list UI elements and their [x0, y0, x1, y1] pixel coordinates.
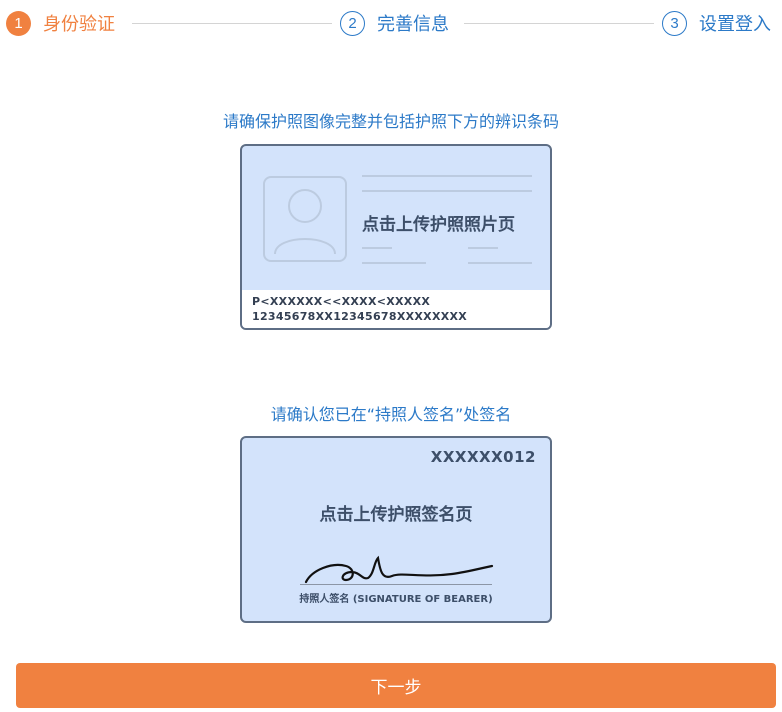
passport-number-code: XXXXXX012 — [430, 448, 536, 466]
step-complete-info: 2 完善信息 — [340, 9, 449, 37]
signature-caption: 持照人签名 (SIGNATURE OF BEARER) — [299, 594, 493, 605]
portrait-placeholder-icon — [263, 176, 347, 262]
decorative-line — [362, 175, 532, 177]
step-label: 身份验证 — [43, 14, 115, 35]
decorative-line — [468, 247, 498, 249]
mrz-line-1: P<XXXXXX<<XXXX<XXXXX — [252, 295, 431, 308]
progress-stepper: 1 身份验证 2 完善信息 3 设置登入 — [6, 9, 776, 37]
decorative-line — [362, 247, 392, 249]
decorative-line — [362, 190, 532, 192]
step-connector — [464, 23, 654, 24]
mrz-zone: P<XXXXXX<<XXXX<XXXXX 12345678XX12345678X… — [242, 290, 550, 328]
step-label: 设置登入 — [699, 14, 771, 35]
next-step-button[interactable]: 下一步 — [16, 663, 776, 708]
step-set-login: 3 设置登入 — [662, 9, 771, 37]
mrz-line-2: 12345678XX12345678XXXXXXXX — [252, 310, 468, 323]
passport-upload-title: 点击上传护照照片页 — [362, 215, 515, 235]
signature-instruction: 请确认您已在“持照人签名”处签名 — [270, 405, 512, 424]
step-identity-verification: 1 身份验证 — [6, 9, 115, 37]
passport-photo-upload-card[interactable]: 点击上传护照照片页 P<XXXXXX<<XXXX<XXXXX 12345678X… — [240, 144, 552, 330]
passport-instruction: 请确保护照图像完整并包括护照下方的辨识条码 — [222, 112, 559, 131]
step-label: 完善信息 — [377, 14, 449, 35]
step-number: 1 — [6, 10, 31, 36]
step-connector — [132, 23, 332, 24]
signature-baseline — [300, 584, 492, 585]
decorative-line — [468, 262, 532, 264]
decorative-line — [362, 262, 426, 264]
signature-scribble-icon — [304, 555, 494, 584]
step-number: 2 — [340, 10, 365, 36]
step-number: 3 — [662, 10, 687, 36]
signature-upload-title: 点击上传护照签名页 — [319, 505, 473, 525]
passport-signature-upload-card[interactable]: XXXXXX012 点击上传护照签名页 持照人签名 (SIGNATURE OF … — [240, 436, 552, 623]
